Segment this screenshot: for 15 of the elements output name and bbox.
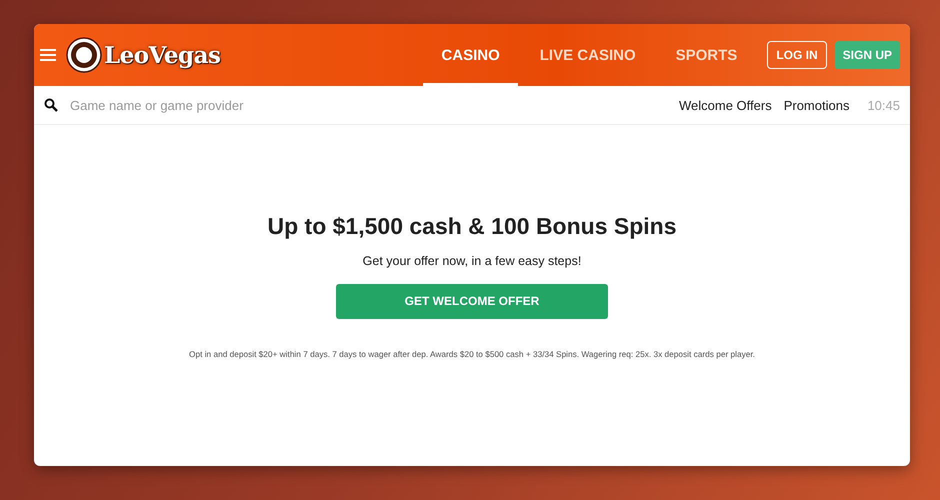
terms-text: Opt in and deposit $20+ within 7 days. 7 days to wager after dep. Awards $20 to $500 cash + 33/34 Spins. Wagering req: 25x. 3x deposit cards per player. [189,348,755,358]
menu-icon[interactable] [40,48,56,62]
welcome-offer-button[interactable]: GET WELCOME OFFER [336,284,608,318]
clock-time: 10:45 [867,98,900,112]
login-button[interactable]: LOG IN [767,41,827,69]
nav-link[interactable]: Promotions [784,98,850,112]
search-icon [44,98,58,112]
nav-tab[interactable]: SPORTS [658,24,756,86]
nav-link[interactable]: Welcome Offers [678,98,772,112]
logo-wordmark[interactable]: LeoVegas [104,42,220,68]
offer-title: Up to $1,500 cash & 100 Bonus Spins [267,212,677,240]
nav-tab[interactable]: CASINO [423,24,518,86]
signup-button[interactable]: SIGN UP [834,41,900,69]
nav-tab[interactable]: LIVE CASINO [522,24,654,86]
offer-subtitle: Get your offer now, in a few easy steps! [362,254,582,268]
